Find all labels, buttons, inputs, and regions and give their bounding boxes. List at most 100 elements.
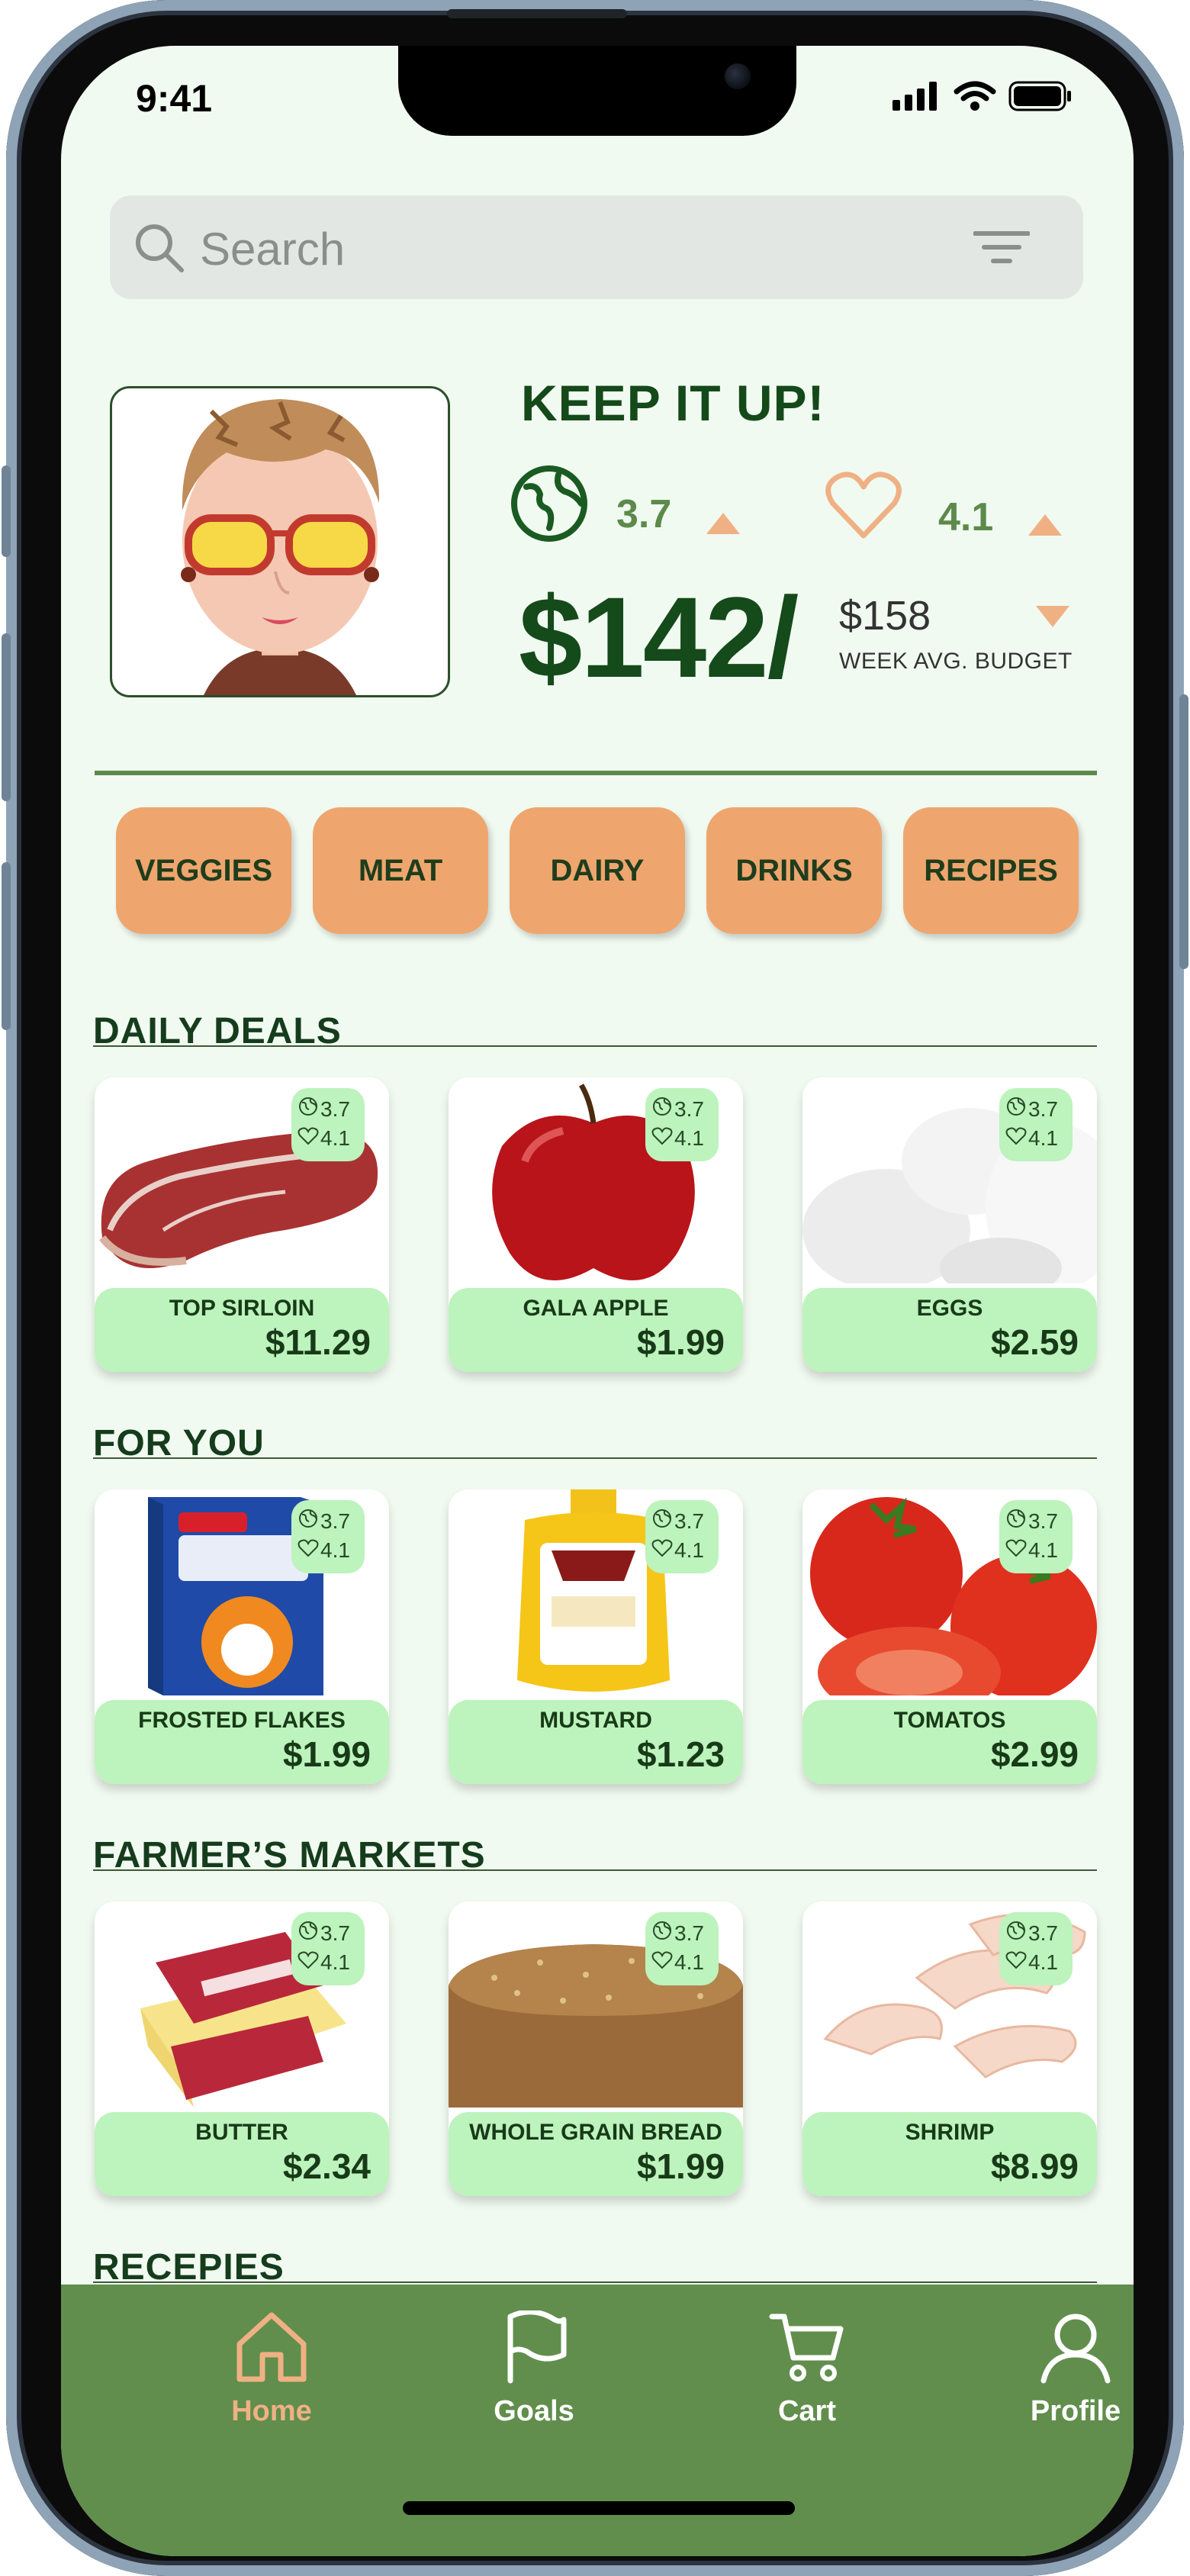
eco-score: 3.7 <box>674 1509 704 1533</box>
product-card-frosted-flakes[interactable]: 3.7 4.1 FROSTED FLAKES $1.99 <box>95 1489 389 1784</box>
heart-icon <box>651 1951 673 1969</box>
product-label: FROSTED FLAKES $1.99 <box>95 1700 389 1784</box>
section-divider <box>93 1869 1097 1871</box>
eco-score: 3.7 <box>1028 1097 1058 1121</box>
side-button <box>2 862 11 1030</box>
heart-icon <box>1005 1951 1027 1969</box>
product-name: TOP SIRLOIN <box>169 1296 315 1321</box>
eco-score: 3.7 <box>674 1097 704 1121</box>
globe-icon <box>1007 1097 1025 1116</box>
eco-score: 3.7 <box>1028 1921 1058 1945</box>
home-icon <box>236 2312 307 2382</box>
tab-cart-label: Cart <box>777 2395 837 2427</box>
product-card-shrimp[interactable]: 3.7 4.1 SHRIMP $8.99 <box>802 1901 1097 2196</box>
health-score: 4.1 <box>938 495 994 539</box>
globe-icon <box>299 1921 317 1940</box>
product-card-whole-grain-bread[interactable]: 3.7 4.1 WHOLE GRAIN BREAD $1.99 <box>449 1901 743 2196</box>
category-drinks-button[interactable]: DRINKS <box>706 807 882 934</box>
product-card-tomatos[interactable]: 3.7 4.1 TOMATOS $2.99 <box>802 1489 1097 1784</box>
tab-profile-label: Profile <box>1030 2395 1121 2427</box>
section-divider <box>93 1045 1097 1047</box>
search-input[interactable]: Search <box>200 223 345 275</box>
product-card-butter[interactable]: 3.7 4.1 BUTTER $2.34 <box>95 1901 389 2196</box>
product-label: BUTTER $2.34 <box>95 2112 389 2196</box>
signal-icon <box>892 82 937 111</box>
health-score: 4.1 <box>674 1538 704 1562</box>
product-name: FROSTED FLAKES <box>138 1708 346 1733</box>
side-button <box>2 633 11 801</box>
category-meat-button[interactable]: MEAT <box>313 807 488 934</box>
rating-badge: 3.7 4.1 <box>645 1912 719 1985</box>
filter-icon[interactable] <box>973 229 1030 267</box>
health-score: 4.1 <box>1028 1950 1058 1974</box>
product-name: GALA APPLE <box>523 1296 669 1321</box>
category-dairy-button[interactable]: DAIRY <box>510 807 685 934</box>
globe-icon <box>511 465 587 542</box>
avatar-illustration <box>181 399 380 695</box>
rating-badge: 3.7 4.1 <box>291 1912 365 1985</box>
heart-icon <box>1005 1539 1027 1557</box>
side-button <box>2 465 11 557</box>
budget-trend-down-icon <box>1036 606 1069 627</box>
tab-home[interactable]: Home <box>188 2310 355 2428</box>
category-recipes-button[interactable]: RECIPES <box>903 807 1079 934</box>
cart-icon <box>769 2314 844 2381</box>
product-name: TOMATOS <box>893 1708 1006 1733</box>
home-indicator[interactable] <box>403 2501 795 2515</box>
battery-icon <box>1008 81 1071 111</box>
health-score: 4.1 <box>320 1126 350 1150</box>
product-price: $1.99 <box>636 2146 725 2186</box>
search-icon <box>136 224 184 272</box>
eco-score: 3.7 <box>320 1509 350 1533</box>
product-card-top-sirloin[interactable]: 3.7 4.1 TOP SIRLOIN $11.29 <box>95 1077 389 1372</box>
product-card-gala-apple[interactable]: 3.7 4.1 GALA APPLE $1.99 <box>449 1077 743 1372</box>
product-price: $2.99 <box>990 1734 1079 1774</box>
heart-icon <box>1005 1127 1027 1145</box>
product-name: MUSTARD <box>539 1708 652 1733</box>
tab-cart[interactable]: Cart <box>723 2310 891 2428</box>
heart-icon <box>298 1539 319 1557</box>
product-price: $8.99 <box>990 2146 1079 2186</box>
product-label: SHRIMP $8.99 <box>802 2112 1097 2196</box>
product-name: SHRIMP <box>905 2120 995 2145</box>
health-score: 4.1 <box>1028 1126 1058 1150</box>
divider <box>95 771 1097 775</box>
headline: KEEP IT UP! <box>521 375 825 431</box>
search-bar[interactable]: Search <box>110 195 1083 299</box>
rating-badge: 3.7 4.1 <box>291 1500 365 1573</box>
rating-badge: 3.7 4.1 <box>645 1500 719 1573</box>
tab-bar: Home Goals Cart Profile <box>61 2285 1134 2556</box>
notch <box>398 46 796 136</box>
eco-score: 3.7 <box>320 1921 350 1945</box>
globe-icon <box>299 1509 317 1528</box>
globe-icon <box>299 1097 317 1116</box>
health-score: 4.1 <box>1028 1538 1058 1562</box>
tab-home-label: Home <box>231 2395 312 2427</box>
product-card-eggs[interactable]: 3.7 4.1 EGGS $2.59 <box>802 1077 1097 1372</box>
heart-icon <box>298 1951 319 1969</box>
health-trend-up-icon <box>1028 514 1062 536</box>
category-veggies-button[interactable]: VEGGIES <box>116 807 291 934</box>
globe-icon <box>653 1921 671 1940</box>
rating-badge: 3.7 4.1 <box>999 1088 1073 1161</box>
product-label: WHOLE GRAIN BREAD $1.99 <box>449 2112 743 2196</box>
budget-label: WEEK AVG. BUDGET <box>839 649 1073 674</box>
health-score: 4.1 <box>320 1950 350 1974</box>
product-label: TOP SIRLOIN $11.29 <box>95 1288 389 1372</box>
rating-badge: 3.7 4.1 <box>999 1912 1073 1985</box>
speaker <box>447 9 627 18</box>
section-divider <box>93 1457 1097 1459</box>
product-name: BUTTER <box>195 2120 288 2145</box>
product-price: $2.59 <box>990 1322 1079 1362</box>
product-label: EGGS $2.59 <box>802 1288 1097 1372</box>
camera <box>725 63 751 89</box>
heart-icon <box>825 472 902 539</box>
globe-icon <box>653 1097 671 1116</box>
globe-icon <box>1007 1509 1025 1528</box>
tab-profile[interactable]: Profile <box>992 2310 1134 2428</box>
tab-goals[interactable]: Goals <box>450 2309 618 2428</box>
product-card-mustard[interactable]: 3.7 4.1 MUSTARD $1.23 <box>449 1489 743 1784</box>
globe-icon <box>653 1509 671 1528</box>
avatar[interactable] <box>110 386 450 697</box>
product-name: EGGS <box>916 1296 983 1321</box>
